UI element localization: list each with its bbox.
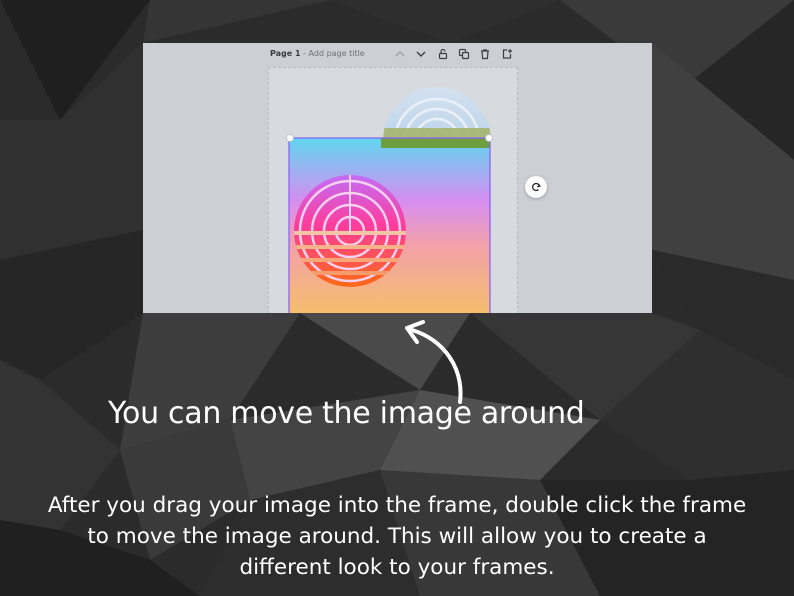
caption-text: You can move the image around [108, 396, 585, 431]
frame-layer [286, 87, 493, 313]
rotate-button[interactable] [525, 176, 547, 198]
editor-screenshot: Page 1 - Add page title [143, 43, 652, 313]
instructions-line: different look to your frames. [239, 555, 555, 580]
rotate-icon [532, 182, 541, 192]
image-frame[interactable] [288, 137, 491, 313]
resize-handle[interactable] [485, 134, 493, 142]
instructions-line: After you drag your image into the frame… [47, 493, 747, 518]
caption-heading: You can move the image around [108, 396, 588, 431]
resize-handle[interactable] [286, 134, 294, 142]
curved-arrow-icon [405, 320, 463, 404]
instructions-text: After you drag your image into the frame… [12, 490, 782, 583]
instructions-line: to move the image around. This will allo… [87, 524, 707, 549]
